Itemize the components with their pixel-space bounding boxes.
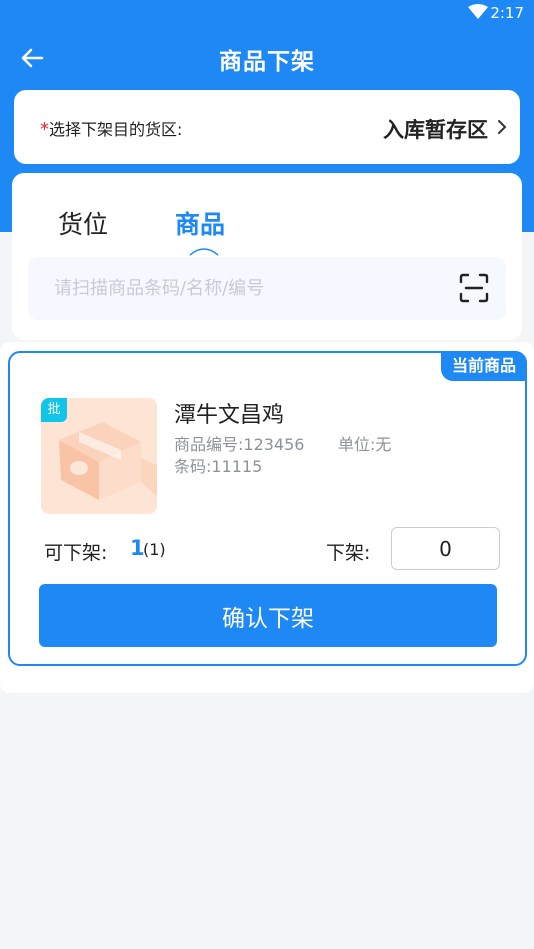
tab-search-card: 货位 商品 (12, 173, 522, 340)
product-barcode: 条码:11115 (174, 457, 263, 476)
target-area-label-text: 选择下架目的货区: (49, 120, 183, 139)
offshelf-label: 下架: (326, 542, 371, 564)
product-name: 潭牛文昌鸡 (174, 403, 285, 428)
target-area-selector[interactable]: *选择下架目的货区: 入库暂存区 (14, 90, 520, 164)
tab-active-indicator (189, 248, 219, 256)
current-product-tag: 当前商品 (441, 351, 527, 381)
wifi-icon (468, 4, 488, 19)
offshelf-qty-input[interactable] (391, 527, 500, 570)
tab-goods[interactable]: 商品 (175, 205, 225, 241)
available-label: 可下架: (44, 542, 108, 564)
available-total: (1) (143, 540, 166, 559)
chevron-right-icon (498, 120, 507, 134)
status-bar: 2:17 (0, 0, 534, 28)
confirm-offshelf-button[interactable]: 确认下架 (39, 584, 497, 647)
page: 2:17 商品下架 *选择下架目的货区: 入库暂存区 货位 商品 当前商品 (0, 0, 534, 949)
current-product-card: 当前商品 批 潭牛文昌鸡 商品编号:123456 单位:无 条码:11115 可… (8, 351, 527, 666)
product-unit: 单位:无 (338, 435, 392, 454)
batch-badge: 批 (41, 398, 67, 422)
target-area-label: *选择下架目的货区: (40, 116, 182, 140)
search-input[interactable] (28, 257, 448, 320)
target-area-value: 入库暂存区 (383, 118, 488, 142)
page-title: 商品下架 (219, 49, 315, 75)
status-time: 2:17 (490, 4, 524, 22)
product-code: 商品编号:123456 (174, 435, 305, 454)
scan-icon[interactable] (459, 273, 489, 303)
search-box (28, 257, 506, 320)
required-mark: * (40, 119, 49, 140)
tab-location[interactable]: 货位 (58, 205, 108, 241)
product-thumbnail: 批 (41, 398, 157, 514)
